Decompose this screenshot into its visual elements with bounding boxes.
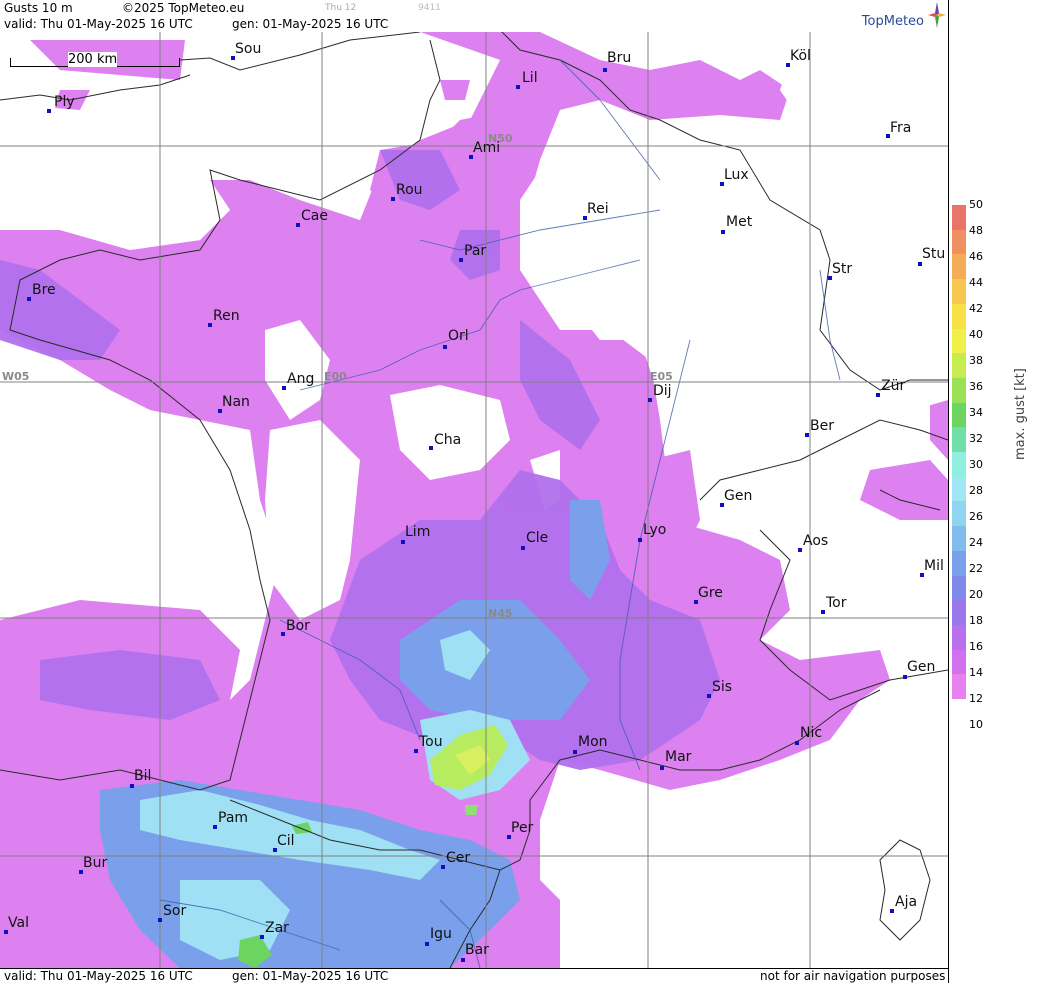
legend-color-cell (952, 674, 966, 700)
legend-tick-label: 26 (969, 510, 983, 523)
legend-color-cell (952, 303, 966, 329)
legend-color-cell (952, 205, 966, 231)
legend-color-cell (952, 353, 966, 379)
legend-tick-label: 14 (969, 666, 983, 679)
legend-color-cell (952, 452, 966, 478)
legend-tick-label: 22 (969, 562, 983, 575)
weather-map[interactable]: 200 km N50 N45 W05 E00 E05 Sou Bru Köl P… (0, 32, 948, 968)
scale-bar-label: 200 km (68, 52, 118, 67)
legend-color-cell (952, 402, 966, 428)
legend-color-cell (952, 377, 966, 404)
valid-time: valid: Thu 01-May-2025 16 UTC (4, 17, 193, 31)
product-title: Gusts 10 m (4, 1, 73, 15)
legend-tick-label: 12 (969, 692, 983, 705)
legend-tick-label: 20 (969, 588, 983, 601)
grid-label-w05: W05 (2, 370, 30, 383)
legend-color-cell (952, 624, 966, 651)
legend-color-cell (952, 279, 966, 305)
legend-tick-label: 24 (969, 536, 983, 549)
legend-tick-label: 18 (969, 614, 983, 627)
legend-color-cell (952, 254, 966, 280)
legend-tick-label: 34 (969, 406, 983, 419)
legend-tick-label: 42 (969, 302, 983, 315)
legend-color-cell (952, 501, 966, 527)
grid-label-e00: E00 (324, 370, 347, 383)
legend-color-bar (952, 205, 966, 700)
legend-tick-label: 44 (969, 276, 983, 289)
legend-tick-label: 28 (969, 484, 983, 497)
legend-color-cell (952, 649, 966, 675)
legend-color-cell (952, 476, 966, 502)
legend-tick-label: 48 (969, 224, 983, 237)
legend-title: max. gust [kt] (1013, 368, 1028, 460)
legend-color-cell (952, 526, 966, 552)
footer-valid-time: valid: Thu 01-May-2025 16 UTC (4, 969, 193, 983)
legend-color-cell (952, 600, 966, 626)
faint-label: 9411 (418, 3, 441, 13)
grid-label-e05: E05 (650, 370, 673, 383)
legend-color-cell (952, 550, 966, 576)
legend-color-cell (952, 328, 966, 354)
legend-tick-label: 32 (969, 432, 983, 445)
map-header: Gusts 10 m ©2025 TopMeteo.eu Thu 12 9411… (0, 0, 948, 32)
footer-generated-time: gen: 01-May-2025 16 UTC (232, 969, 389, 983)
legend-tick-label: 50 (969, 198, 983, 211)
generated-time: gen: 01-May-2025 16 UTC (232, 17, 389, 31)
color-legend: 50 48 46 44 42 40 38 36 34 32 30 28 26 24 22 20 18 16 14 12… (948, 0, 1039, 983)
grid-label-n45: N45 (488, 607, 513, 620)
disclaimer: not for air navigation purposes (760, 969, 946, 983)
legend-tick-label: 16 (969, 640, 983, 653)
legend-tick-label: 36 (969, 380, 983, 393)
copyright: ©2025 TopMeteo.eu (122, 1, 245, 15)
topmeteo-logo: TopMeteo (861, 14, 924, 29)
legend-tick-label: 38 (969, 354, 983, 367)
legend-color-cell (952, 427, 966, 453)
legend-tick-label: 10 (969, 718, 983, 731)
map-footer: valid: Thu 01-May-2025 16 UTC gen: 01-Ma… (0, 968, 948, 984)
legend-color-cell (952, 575, 966, 601)
gust-field (0, 32, 948, 968)
legend-tick-label: 30 (969, 458, 983, 471)
faint-label: Thu 12 (325, 3, 357, 13)
scale-bar: 200 km (10, 52, 180, 68)
compass-logo-icon (928, 2, 946, 28)
legend-tick-label: 46 (969, 250, 983, 263)
legend-tick-label: 40 (969, 328, 983, 341)
legend-color-cell (952, 229, 966, 255)
